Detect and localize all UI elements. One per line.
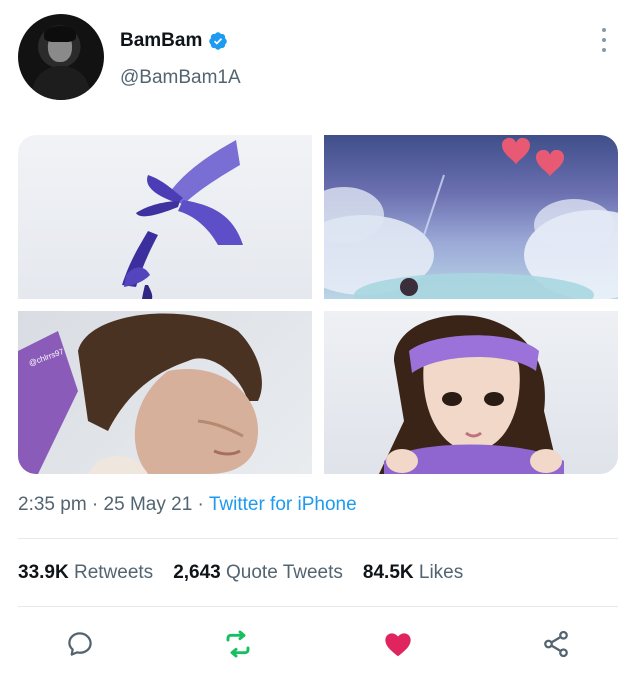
- user-handle[interactable]: @BamBam1A: [120, 67, 241, 89]
- divider: [18, 606, 618, 607]
- likes-stat[interactable]: 84.5K Likes: [363, 562, 463, 584]
- ribbon-illustration: [122, 140, 243, 299]
- tweet-date[interactable]: 25 May 21: [104, 494, 193, 515]
- more-options-icon[interactable]: [600, 28, 608, 52]
- media-image-4[interactable]: [324, 311, 618, 474]
- quote-tweets-stat[interactable]: 2,643 Quote Tweets: [173, 562, 343, 584]
- likes-label: Likes: [418, 562, 464, 583]
- tweet-source-link[interactable]: Twitter for iPhone: [209, 494, 357, 515]
- meta-separator: ·: [86, 494, 104, 515]
- avatar-hair: [44, 26, 76, 42]
- retweet-icon: [226, 630, 250, 658]
- media-image-1[interactable]: [18, 135, 312, 299]
- retweets-label: Retweets: [73, 562, 154, 583]
- media-grid: @chlrrs97: [18, 135, 618, 474]
- share-icon: [544, 630, 568, 658]
- avatar-shoulders: [32, 66, 90, 100]
- name-row[interactable]: BamBam: [120, 30, 228, 52]
- portrait-man-illustration: @chlrrs97: [18, 313, 262, 474]
- retweets-stat[interactable]: 33.9K Retweets: [18, 562, 153, 584]
- share-button[interactable]: [538, 626, 574, 662]
- heart-icon: [385, 633, 411, 657]
- tweet-stats: 33.9K Retweets 2,643 Quote Tweets 84.5K …: [18, 562, 463, 584]
- divider: [18, 538, 618, 539]
- media-image-2[interactable]: [324, 135, 618, 299]
- like-button[interactable]: [380, 626, 416, 662]
- display-name[interactable]: BamBam: [120, 30, 202, 52]
- tweet-header: BamBam @BamBam1A: [18, 14, 618, 102]
- tweet-timestamp-line: 2:35 pm · 25 May 21 · Twitter for iPhone: [18, 494, 357, 516]
- media-image-3[interactable]: @chlrrs97: [18, 311, 312, 474]
- retweet-button[interactable]: [220, 626, 256, 662]
- tweet-time[interactable]: 2:35 pm: [18, 494, 87, 515]
- more-dot: [602, 28, 606, 32]
- reply-button[interactable]: [62, 626, 98, 662]
- verified-badge-icon: [209, 32, 228, 50]
- tweet-actions: [18, 626, 618, 666]
- likes-count: 84.5K: [362, 562, 414, 583]
- reply-icon: [68, 632, 92, 656]
- sky-illustration: [324, 137, 618, 299]
- meta-separator: ·: [192, 494, 209, 515]
- quote-tweets-count: 2,643: [173, 562, 221, 583]
- portrait-woman-illustration: [379, 315, 564, 474]
- quote-tweets-label: Quote Tweets: [226, 562, 343, 583]
- avatar[interactable]: [18, 14, 104, 100]
- more-dot: [602, 48, 606, 52]
- retweets-count: 33.9K: [18, 562, 69, 583]
- more-dot: [602, 38, 606, 42]
